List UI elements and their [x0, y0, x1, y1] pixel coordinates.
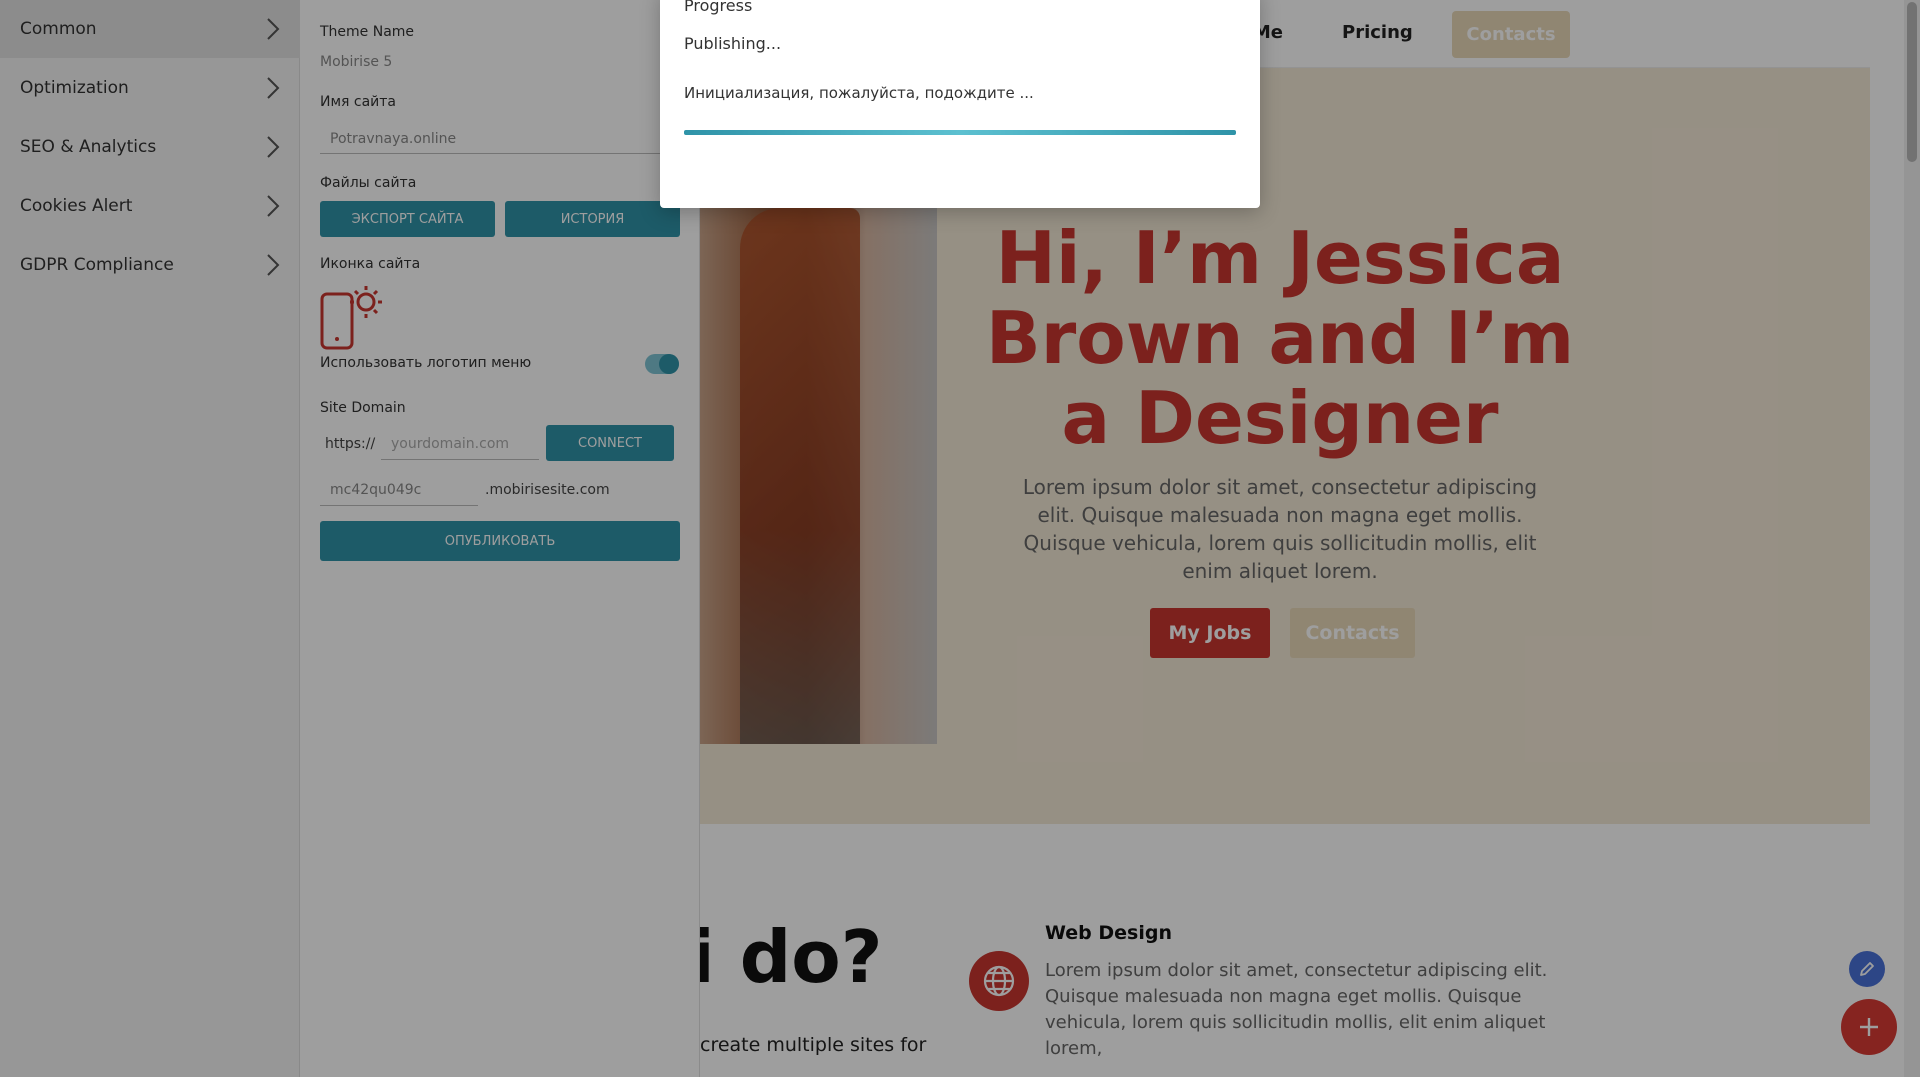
site-domain-label: Site Domain	[320, 400, 406, 416]
my-jobs-button[interactable]: My Jobs	[1150, 608, 1270, 658]
hero-text: Lorem ipsum dolor sit amet, consectetur …	[1022, 475, 1538, 583]
service-text: Lorem ipsum dolor sit amet, consectetur …	[1045, 960, 1548, 1059]
menu-item-seo-analytics[interactable]: SEO & Analytics	[0, 118, 300, 176]
use-logo-label: Использовать логотип меню	[320, 355, 532, 371]
edit-fab-button[interactable]	[1849, 951, 1885, 987]
hero-photo-detail	[740, 208, 860, 744]
menu-item-optimization[interactable]: Optimization	[0, 59, 300, 117]
theme-name-value: Mobirise 5	[320, 54, 393, 70]
site-settings-panel: Theme Name Mobirise 5 Имя сайта Файлы са…	[300, 0, 700, 1077]
menu-item-label: SEO & Analytics	[20, 137, 157, 157]
progress-bar	[684, 130, 1236, 135]
site-icon-label: Иконка сайта	[320, 256, 421, 272]
progress-bar-fill	[684, 130, 1236, 135]
menu-item-label: GDPR Compliance	[20, 255, 174, 275]
menu-item-common[interactable]: Common	[0, 0, 300, 58]
site-name-label: Имя сайта	[320, 94, 397, 110]
connect-button[interactable]: CONNECT	[546, 425, 674, 461]
section-title: i do?	[700, 915, 883, 999]
history-button[interactable]: История	[505, 201, 680, 237]
export-site-button[interactable]: Экспорт сайта	[320, 201, 495, 237]
dialog-title: Progress	[684, 0, 753, 15]
domain-input[interactable]	[381, 428, 539, 460]
hero-title: Hi, I’m Jessica Brown and I’m a Designer	[985, 216, 1575, 460]
hero-contacts-button[interactable]: Contacts	[1290, 608, 1415, 658]
menu-item-label: Optimization	[20, 78, 129, 98]
progress-dialog: Progress Publishing... Инициализация, по…	[660, 0, 1260, 208]
nav-contacts-button[interactable]: Contacts	[1452, 11, 1570, 58]
chevron-right-icon	[267, 136, 280, 158]
plus-icon	[1860, 1018, 1878, 1036]
publish-button[interactable]: Опубликовать	[320, 521, 680, 561]
menu-item-label: Common	[20, 19, 97, 39]
use-logo-toggle[interactable]	[645, 354, 679, 374]
site-files-label: Файлы сайта	[320, 175, 417, 191]
site-name-input[interactable]	[320, 124, 680, 154]
settings-menu: Common Optimization SEO & Analytics Cook…	[0, 0, 300, 1077]
phone-sun-icon[interactable]	[318, 282, 388, 352]
globe-icon	[969, 951, 1029, 1011]
section-subtitle: create multiple sites for	[700, 1034, 927, 1056]
service-title: Web Design	[1045, 922, 1172, 944]
progress-message: Инициализация, пожалуйста, подождите ...	[684, 84, 1034, 102]
subdomain-input[interactable]	[320, 474, 478, 506]
menu-item-gdpr[interactable]: GDPR Compliance	[0, 236, 300, 294]
scrollbar-thumb[interactable]	[1907, 2, 1917, 162]
theme-name-label: Theme Name	[320, 24, 415, 40]
chevron-right-icon	[267, 77, 280, 99]
menu-item-label: Cookies Alert	[20, 196, 133, 216]
chevron-right-icon	[267, 18, 280, 40]
add-block-fab-button[interactable]	[1841, 999, 1897, 1055]
domain-prefix: https://	[325, 436, 376, 452]
menu-item-cookies-alert[interactable]: Cookies Alert	[0, 177, 300, 235]
hero-photo	[700, 208, 937, 744]
publish-status: Publishing...	[684, 34, 782, 53]
subdomain-suffix: .mobirisesite.com	[485, 482, 610, 498]
chevron-right-icon	[267, 254, 280, 276]
chevron-right-icon	[267, 195, 280, 217]
nav-link-pricing[interactable]: Pricing	[1342, 22, 1413, 43]
pencil-icon	[1860, 962, 1874, 976]
